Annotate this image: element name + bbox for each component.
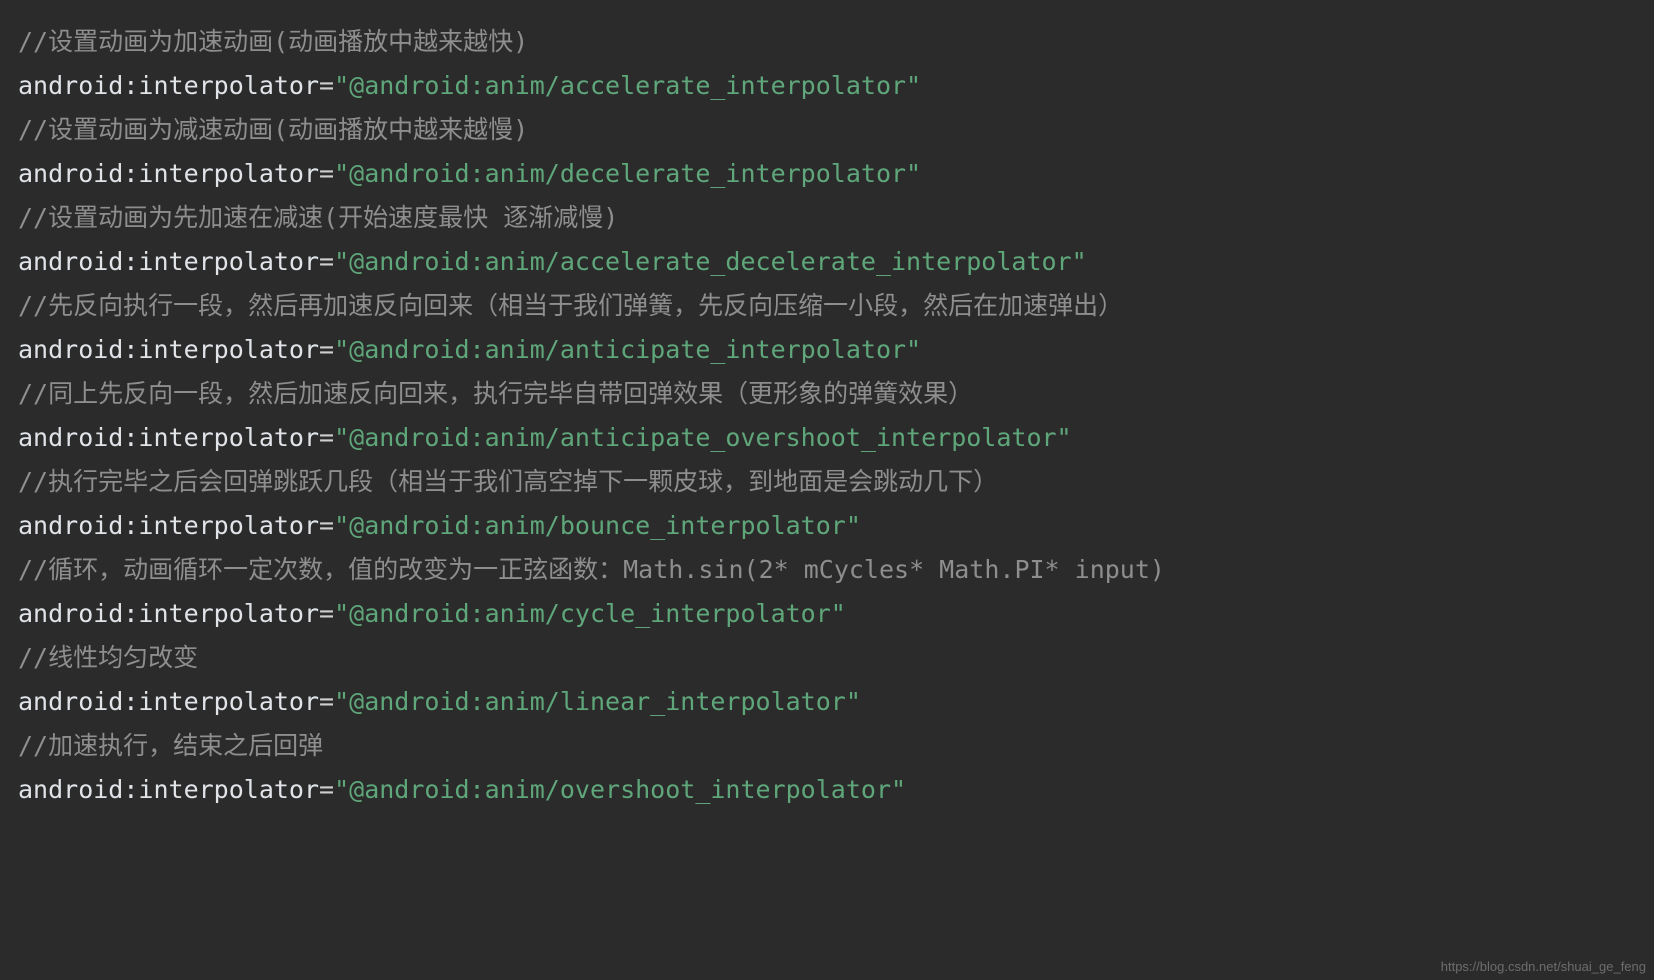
comment-text: //加速执行，结束之后回弹	[18, 731, 323, 760]
equals-sign: =	[319, 775, 334, 804]
code-line: android:interpolator="@android:anim/dece…	[18, 152, 1636, 196]
code-line: //同上先反向一段，然后加速反向回来，执行完毕自带回弹效果（更形象的弹簧效果）	[18, 372, 1636, 416]
equals-sign: =	[319, 511, 334, 540]
attribute-name: android:interpolator	[18, 775, 319, 804]
attribute-name: android:interpolator	[18, 71, 319, 100]
equals-sign: =	[319, 687, 334, 716]
attribute-value: "@android:anim/anticipate_overshoot_inte…	[334, 423, 1072, 452]
code-line: android:interpolator="@android:anim/line…	[18, 680, 1636, 724]
code-line: android:interpolator="@android:anim/acce…	[18, 64, 1636, 108]
code-line: //加速执行，结束之后回弹	[18, 724, 1636, 768]
code-line: android:interpolator="@android:anim/acce…	[18, 240, 1636, 284]
attribute-name: android:interpolator	[18, 599, 319, 628]
attribute-value: "@android:anim/decelerate_interpolator"	[334, 159, 921, 188]
attribute-name: android:interpolator	[18, 335, 319, 364]
code-block: //设置动画为加速动画(动画播放中越来越快) android:interpolat…	[0, 0, 1654, 832]
comment-text: //执行完毕之后会回弹跳跃几段（相当于我们高空掉下一颗皮球，到地面是会跳动几下）	[18, 467, 998, 496]
comment-text: //先反向执行一段，然后再加速反向回来（相当于我们弹簧，先反向压缩一小段，然后在…	[18, 291, 1123, 320]
comment-text: //同上先反向一段，然后加速反向回来，执行完毕自带回弹效果（更形象的弹簧效果）	[18, 379, 973, 408]
attribute-value: "@android:anim/cycle_interpolator"	[334, 599, 846, 628]
attribute-value: "@android:anim/accelerate_interpolator"	[334, 71, 921, 100]
attribute-name: android:interpolator	[18, 247, 319, 276]
code-line: android:interpolator="@android:anim/boun…	[18, 504, 1636, 548]
code-line: android:interpolator="@android:anim/cycl…	[18, 592, 1636, 636]
attribute-value: "@android:anim/overshoot_interpolator"	[334, 775, 906, 804]
comment-text: //设置动画为先加速在减速(开始速度最快 逐渐减慢)	[18, 203, 618, 232]
code-line: android:interpolator="@android:anim/anti…	[18, 416, 1636, 460]
attribute-name: android:interpolator	[18, 423, 319, 452]
equals-sign: =	[319, 247, 334, 276]
code-line: //设置动画为加速动画(动画播放中越来越快)	[18, 20, 1636, 64]
comment-text: //循环，动画循环一定次数，值的改变为一正弦函数：Math.sin(2* mCy…	[18, 555, 1165, 584]
code-line: //设置动画为先加速在减速(开始速度最快 逐渐减慢)	[18, 196, 1636, 240]
attribute-name: android:interpolator	[18, 687, 319, 716]
code-line: //循环，动画循环一定次数，值的改变为一正弦函数：Math.sin(2* mCy…	[18, 548, 1636, 592]
code-line: //执行完毕之后会回弹跳跃几段（相当于我们高空掉下一颗皮球，到地面是会跳动几下）	[18, 460, 1636, 504]
attribute-name: android:interpolator	[18, 511, 319, 540]
attribute-name: android:interpolator	[18, 159, 319, 188]
equals-sign: =	[319, 599, 334, 628]
code-line: //线性均匀改变	[18, 636, 1636, 680]
comment-text: //线性均匀改变	[18, 643, 198, 672]
equals-sign: =	[319, 335, 334, 364]
attribute-value: "@android:anim/bounce_interpolator"	[334, 511, 861, 540]
equals-sign: =	[319, 423, 334, 452]
comment-text: //设置动画为加速动画(动画播放中越来越快)	[18, 27, 528, 56]
attribute-value: "@android:anim/linear_interpolator"	[334, 687, 861, 716]
attribute-value: "@android:anim/accelerate_decelerate_int…	[334, 247, 1087, 276]
code-line: //先反向执行一段，然后再加速反向回来（相当于我们弹簧，先反向压缩一小段，然后在…	[18, 284, 1636, 328]
equals-sign: =	[319, 71, 334, 100]
comment-text: //设置动画为减速动画(动画播放中越来越慢)	[18, 115, 528, 144]
code-line: android:interpolator="@android:anim/anti…	[18, 328, 1636, 372]
attribute-value: "@android:anim/anticipate_interpolator"	[334, 335, 921, 364]
code-line: android:interpolator="@android:anim/over…	[18, 768, 1636, 812]
code-line: //设置动画为减速动画(动画播放中越来越慢)	[18, 108, 1636, 152]
equals-sign: =	[319, 159, 334, 188]
watermark: https://blog.csdn.net/shuai_ge_feng	[1441, 959, 1646, 974]
